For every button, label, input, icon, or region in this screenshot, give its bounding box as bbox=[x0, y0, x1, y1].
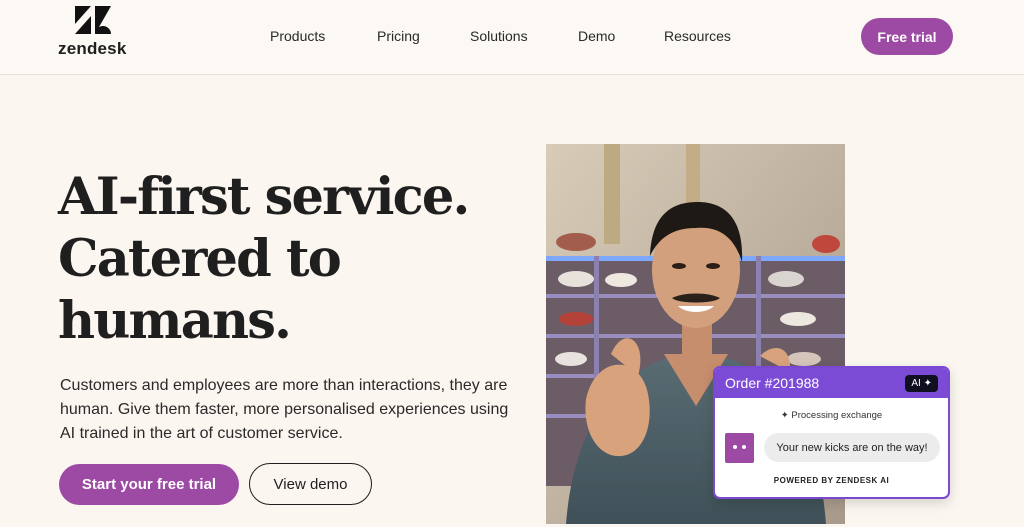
view-demo-button[interactable]: View demo bbox=[249, 463, 372, 505]
order-number: Order #201988 bbox=[725, 375, 820, 391]
free-trial-button[interactable]: Free trial bbox=[861, 18, 953, 55]
site-header: zendesk Products Pricing Solutions Demo … bbox=[0, 0, 1024, 75]
nav-pricing[interactable]: Pricing bbox=[377, 28, 420, 44]
logo-wordmark: zendesk bbox=[58, 39, 127, 58]
processing-status: ✦ Processing exchange bbox=[715, 410, 948, 421]
nav-solutions[interactable]: Solutions bbox=[470, 28, 528, 44]
hero-description: Customers and employees are more than in… bbox=[60, 377, 509, 442]
chat-card: Order #201988 AI ✦ ✦ Processing exchange… bbox=[713, 366, 950, 499]
chat-card-header: Order #201988 AI ✦ bbox=[715, 368, 948, 398]
zendesk-logo-icon bbox=[75, 6, 111, 34]
nav-resources[interactable]: Resources bbox=[664, 28, 731, 44]
bot-eye-left bbox=[733, 445, 737, 449]
bot-eye-right bbox=[742, 445, 746, 449]
chat-message: Your new kicks are on the way! bbox=[764, 433, 940, 462]
nav-demo[interactable]: Demo bbox=[578, 28, 615, 44]
ai-badge: AI ✦ bbox=[905, 375, 938, 392]
processing-label: Processing exchange bbox=[791, 410, 883, 421]
bot-avatar-icon bbox=[725, 433, 754, 463]
nav-products[interactable]: Products bbox=[270, 28, 325, 44]
sparkle-icon: ✦ bbox=[780, 410, 789, 421]
start-free-trial-button[interactable]: Start your free trial bbox=[59, 464, 239, 505]
powered-by-label: POWERED BY ZENDESK AI bbox=[773, 476, 890, 485]
hero-headline: AI-first service. Catered to humans. bbox=[58, 167, 470, 351]
zendesk-logo[interactable]: zendesk bbox=[58, 4, 132, 58]
